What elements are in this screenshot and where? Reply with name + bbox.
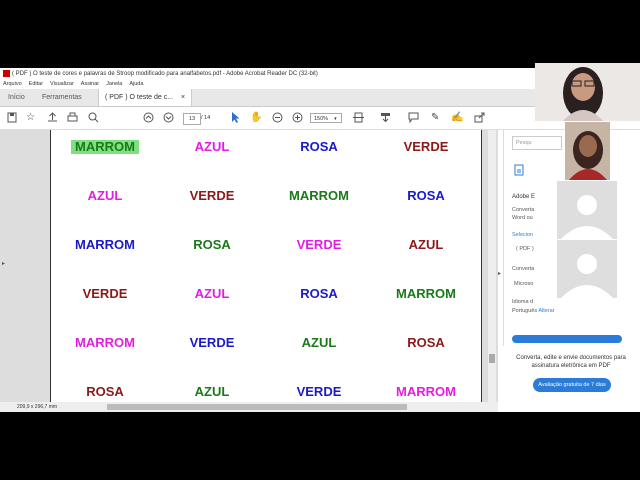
page-up-icon[interactable] [143,112,154,123]
adobe-heading: Adobe E [512,194,536,200]
zoom-in-icon[interactable] [292,112,303,123]
promo-panel: Converta, edite e envie documentos para … [503,346,640,412]
stroop-word: VERDE [189,335,235,350]
video-participant-2 [565,122,610,180]
select-cursor-icon[interactable] [231,112,240,123]
menu-janela[interactable]: Janela [106,81,122,87]
stroop-word: AZUL [194,286,230,301]
zoom-level-select[interactable]: 150% ▾ [310,113,342,123]
format-select[interactable]: Microso [514,281,533,287]
stroop-word: VERDE [189,188,235,203]
stroop-word: MARROM [75,237,135,252]
stroop-word: ROSA [300,139,338,154]
page-size-label: 209,9 x 296,7 mm [17,404,58,410]
tab-home[interactable]: Início [8,89,25,106]
page-number-input[interactable]: 13 [183,113,201,125]
stroop-word: MARROM [396,286,456,301]
promo-text: Converta, edite e envie documentos para … [516,355,626,369]
horizontal-scroll-thumb[interactable] [107,404,407,410]
acrobat-icon [3,69,10,77]
stroop-word: MARROM [289,188,349,203]
stroop-word: AZUL [301,335,337,350]
window-title: ( PDF ) O teste de cores e palavras de S… [12,71,318,77]
language-label: Idioma d [512,299,534,305]
stroop-word: AZUL [408,237,444,252]
video-participant-1 [535,63,640,121]
pdf-page: MARROM AZUL ROSA VERDE AZUL VERDE MARROM ROSA MA… [50,130,482,402]
stroop-word: ROSA [407,188,445,203]
stroop-word: ROSA [86,384,124,399]
upload-icon[interactable] [47,112,58,123]
save-icon[interactable] [7,112,17,123]
stroop-word: ROSA [193,237,231,252]
avatar-placeholder-icon [557,240,617,298]
stroop-word: MARROM [396,384,456,399]
convert-text-1: Converta [512,207,535,213]
print-icon[interactable] [67,112,78,123]
stamp-icon[interactable] [380,112,391,123]
horizontal-scrollbar[interactable]: 209,9 x 296,7 mm [0,402,498,412]
avatar-placeholder-icon [557,181,617,239]
page-count: / 14 [201,115,211,121]
share-icon[interactable] [474,112,485,123]
menu-arquivo[interactable]: Arquivo [3,81,22,87]
video-participant-4 [557,240,617,298]
menu-assinar[interactable]: Assinar [81,81,99,87]
fit-page-icon[interactable] [353,112,364,123]
stroop-word: MARROM [55,139,155,154]
fill-sign-icon[interactable]: ✍ [451,112,463,124]
zoom-search-icon[interactable] [88,112,99,123]
bookmark-star-icon[interactable]: ☆ [26,112,35,124]
stroop-word: ROSA [407,335,445,350]
selected-file: ( PDF ) [516,246,534,252]
video-participant-3 [557,181,617,239]
tab-document-label: ( PDF ) O teste de c... [105,94,174,101]
stroop-word: AZUL [87,188,123,203]
stroop-word: MARROM [75,335,135,350]
zoom-level: 150% [314,116,329,122]
document-area: MARROM AZUL ROSA VERDE AZUL VERDE MARROM ROSA MA… [0,130,498,402]
vertical-scroll-thumb[interactable] [489,354,495,363]
comment-icon[interactable] [408,112,419,123]
stroop-word: AZUL [194,384,230,399]
convert-text-2: Word ou [512,215,533,221]
page-down-icon[interactable] [163,112,174,123]
participant-woman-glasses [535,63,640,121]
right-panel-toggle-icon[interactable]: ▸ [498,270,501,277]
free-trial-button[interactable]: Avaliação gratuita de 7 dias [533,378,611,392]
change-language-link[interactable]: Alterar [538,308,554,314]
close-tab-icon[interactable]: × [181,94,185,101]
search-input[interactable]: Pesqu [512,136,562,150]
pen-icon[interactable]: ✎ [431,112,439,124]
tab-document[interactable]: ( PDF ) O teste de c... × [98,89,193,106]
stroop-word: VERDE [82,286,128,301]
export-pdf-icon[interactable] [514,164,524,176]
stroop-word: VERDE [296,237,342,252]
menu-visualizar[interactable]: Visualizar [50,81,74,87]
tab-tools[interactable]: Ferramentas [42,89,82,106]
select-file-link[interactable]: Selecion [512,232,533,238]
stroop-word: VERDE [296,384,342,399]
convert-button[interactable] [512,335,622,343]
stroop-word: VERDE [403,139,449,154]
stroop-word: ROSA [300,286,338,301]
language-value: Português [512,308,538,314]
zoom-out-icon[interactable] [272,112,283,123]
chevron-down-icon: ▾ [334,116,337,122]
hand-tool-icon[interactable]: ✋ [250,112,262,124]
menu-ajuda[interactable]: Ajuda [129,81,143,87]
vertical-scrollbar[interactable] [488,130,496,402]
left-panel-toggle-icon[interactable]: ▸ [2,260,5,267]
stroop-word: AZUL [194,139,230,154]
menu-editar[interactable]: Editar [29,81,43,87]
participant-woman [565,122,610,180]
convert-text-3: Converta [512,266,535,272]
